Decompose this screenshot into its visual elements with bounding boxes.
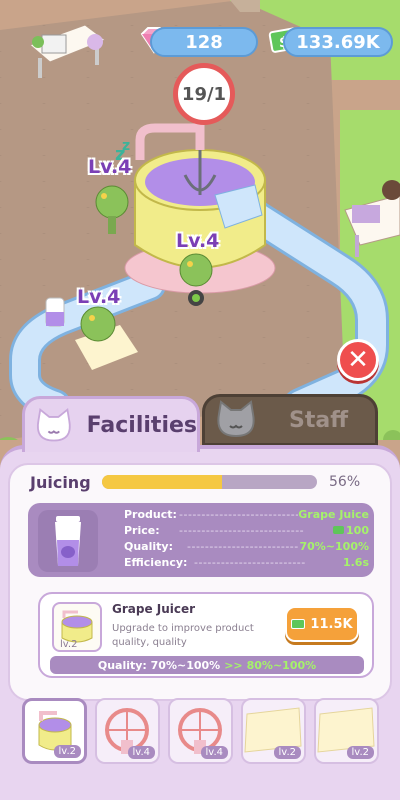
desk-top-left	[29, 24, 107, 78]
level-label: Lv.4	[88, 156, 132, 178]
info-quality-row: Quality: ------------------------- 70%~1…	[124, 540, 369, 557]
cash-counter[interactable]: 133.69K	[283, 27, 393, 57]
game-scene[interactable]: z z 128 $ 133.69K 19/1 Lv.4 Lv.4 Lv.4 ✕	[0, 0, 400, 440]
info-dots: ----------------------------	[179, 508, 299, 521]
info-dots: ----------------------------	[179, 524, 305, 537]
juice-cup-icon	[55, 516, 81, 566]
juicing-progress: Juicing 56%	[30, 470, 370, 494]
slot-level: lv.4	[200, 746, 228, 759]
cash-icon	[291, 619, 306, 629]
tab-staff[interactable]: Staff	[202, 394, 378, 446]
product-info-box: Product: ---------------------------- Gr…	[28, 503, 374, 577]
info-value: Grape Juice	[298, 508, 369, 521]
info-key: Price:	[124, 524, 160, 537]
info-key: Product:	[124, 508, 177, 521]
production-timer: 19/1	[173, 63, 235, 125]
info-dots: -------------------------	[187, 540, 299, 553]
cactus-worker	[179, 253, 213, 306]
quality-upgrade-bar: Quality: 70%~100% >> 80%~100%	[50, 656, 364, 674]
double-arrow-icon: >>	[224, 658, 243, 672]
info-price-row: Price: ---------------------------- 100	[124, 524, 369, 541]
cash-icon	[333, 526, 345, 534]
tab-facilities-label: Facilities	[86, 413, 197, 438]
slot-level: lv.2	[53, 745, 81, 758]
info-product-row: Product: ---------------------------- Gr…	[124, 508, 369, 525]
juicing-label: Juicing	[30, 472, 91, 492]
slot-level: lv.4	[127, 746, 155, 759]
info-value: 70%~100%	[299, 540, 369, 553]
info-value: 100	[333, 524, 369, 541]
gem-counter[interactable]: 128	[150, 27, 258, 57]
product-image	[38, 510, 98, 572]
timer-text: 19/1	[181, 83, 227, 105]
juicer-upgrade-card: lv.2 Grape Juicer Upgrade to improve pro…	[38, 592, 374, 678]
facility-slot-bike[interactable]: lv.4	[168, 698, 233, 764]
price-value: 100	[346, 524, 369, 537]
cat-face-icon	[217, 400, 255, 438]
upgrade-button[interactable]: 11.5K	[285, 606, 359, 642]
juice-bottle	[45, 297, 65, 327]
info-value: 1.6s	[342, 556, 369, 569]
cactus-worker	[95, 185, 129, 234]
facility-slot-mat[interactable]: lv.2	[241, 698, 306, 764]
juicer-level: lv.2	[60, 639, 78, 650]
facility-slot-juicer[interactable]: lv.2	[22, 698, 87, 764]
info-dots: -------------------------	[194, 556, 306, 569]
tab-facilities[interactable]: Facilities	[22, 396, 200, 452]
info-key: Quality:	[124, 540, 173, 553]
quality-next: 80%~100%	[246, 658, 317, 672]
cat-face-icon	[36, 407, 71, 441]
slot-level: lv.2	[346, 746, 374, 759]
info-key: Efficiency:	[124, 556, 188, 569]
close-icon: ✕	[347, 345, 369, 375]
level-label: Lv.4	[77, 286, 121, 308]
level-label: Lv.4	[176, 230, 220, 252]
close-button[interactable]: ✕	[337, 339, 379, 381]
juicing-progress-fill	[102, 475, 223, 489]
upgrade-cost: 11.5K	[310, 616, 353, 632]
quality-current: Quality: 70%~100%	[97, 658, 221, 672]
tab-staff-label: Staff	[289, 407, 349, 433]
juicer-name: Grape Juicer	[112, 602, 196, 616]
cactus-worker	[75, 306, 138, 370]
facility-slot-bike[interactable]: lv.4	[95, 698, 160, 764]
svg-text:z: z	[122, 138, 130, 154]
facility-slots: lv.2 lv.4 lv.4 lv.2 lv.2	[22, 698, 382, 764]
juicing-progress-track	[102, 475, 317, 489]
facility-slot-mat[interactable]: lv.2	[314, 698, 379, 764]
desk-right	[344, 180, 400, 257]
juicer-description: Upgrade to improve product quality, qual…	[112, 623, 254, 648]
slot-level: lv.2	[273, 746, 301, 759]
info-efficiency-row: Efficiency: ------------------------- 1.…	[124, 556, 369, 573]
juicing-percent: 56%	[329, 474, 361, 490]
